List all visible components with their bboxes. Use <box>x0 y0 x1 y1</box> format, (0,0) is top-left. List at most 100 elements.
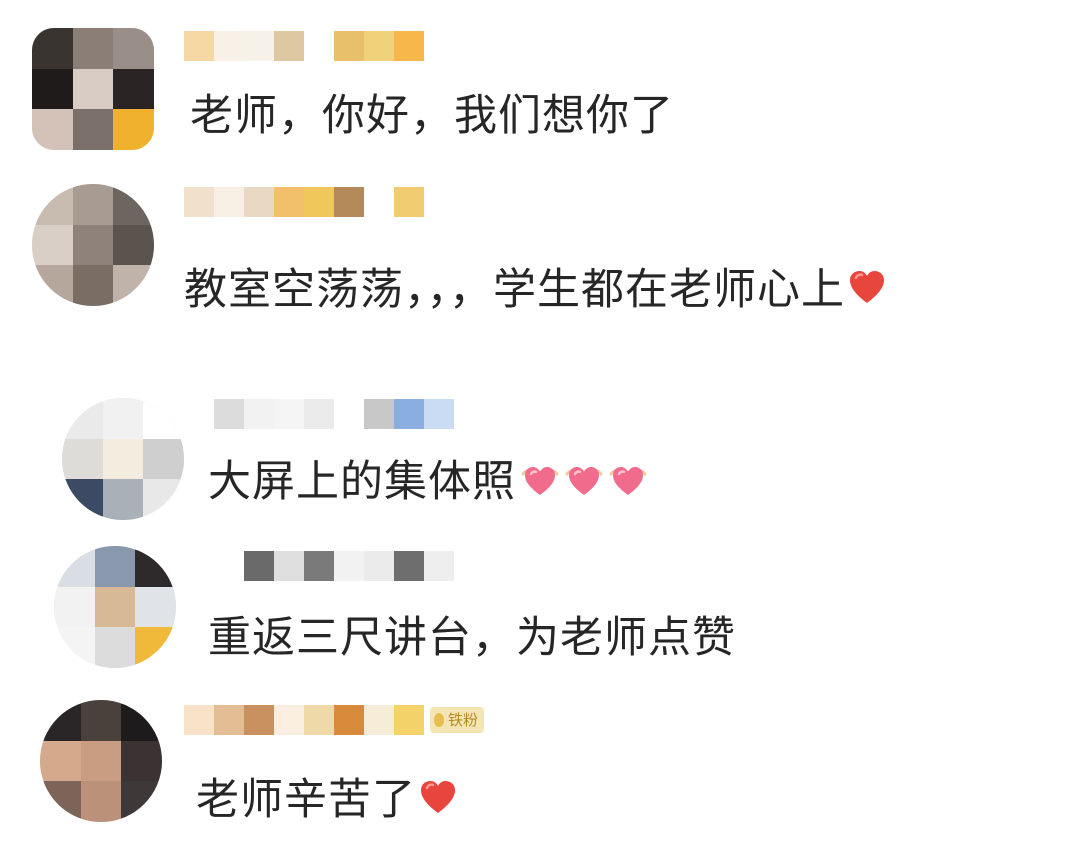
comment-text-content: 大屏上的集体照 <box>208 457 516 507</box>
redacted-block <box>274 31 304 61</box>
redacted-block <box>364 187 394 217</box>
mosaic-cell <box>143 398 184 439</box>
mosaic-cell <box>72 265 114 306</box>
mosaic-cell <box>113 68 154 110</box>
redacted-block <box>394 399 424 429</box>
comment-text-content: 重返三尺讲台，为老师点赞 <box>208 613 736 663</box>
mosaic-cell <box>102 479 144 520</box>
redacted-block <box>214 705 244 735</box>
redacted-block <box>394 31 424 61</box>
redacted-block <box>304 705 334 735</box>
redacted-block <box>304 187 334 217</box>
redacted-block <box>214 31 244 61</box>
redacted-block <box>334 705 364 735</box>
mosaic-cell <box>80 781 122 822</box>
mosaic-cell <box>72 224 114 266</box>
redacted-block <box>334 31 364 61</box>
username-redacted[interactable]: 铁粉 <box>184 704 485 736</box>
avatar[interactable] <box>62 398 184 520</box>
mosaic-cell <box>54 627 95 668</box>
mosaic-cell <box>72 28 114 69</box>
mosaic-cell <box>54 546 95 587</box>
username-redacted[interactable] <box>214 398 454 430</box>
mosaic-cell <box>80 740 122 782</box>
mosaic-cell <box>102 438 144 480</box>
mosaic-cell <box>94 627 136 668</box>
redacted-block <box>244 551 274 581</box>
redacted-block <box>274 399 304 429</box>
comment-text: 老师辛苦了 <box>196 774 458 826</box>
mosaic-cell <box>54 586 95 628</box>
mosaic-cell <box>121 781 162 822</box>
redacted-block <box>364 31 394 61</box>
mosaic-cell <box>135 546 176 587</box>
mosaic-cell <box>72 184 114 225</box>
redacted-block <box>424 551 454 581</box>
mosaic-cell <box>113 265 154 306</box>
red-heart-icon <box>418 778 458 818</box>
mosaic-cell <box>62 438 103 480</box>
username-redacted[interactable] <box>214 550 454 582</box>
mosaic-cell <box>32 109 73 150</box>
avatar[interactable] <box>54 546 176 668</box>
avatar-mosaic <box>54 546 176 668</box>
redacted-block <box>394 187 424 217</box>
username-redacted[interactable] <box>184 186 424 218</box>
heart-wings-icon <box>608 460 648 500</box>
avatar-mosaic <box>40 700 162 822</box>
mosaic-cell <box>94 586 136 628</box>
avatar[interactable] <box>32 184 154 306</box>
mosaic-cell <box>32 184 73 225</box>
mosaic-cell <box>80 700 122 741</box>
red-heart-icon <box>847 268 887 308</box>
comment-text-content: 老师辛苦了 <box>196 775 416 825</box>
mosaic-cell <box>121 740 162 782</box>
mosaic-cell <box>32 28 73 69</box>
redacted-block <box>304 31 334 61</box>
redacted-block <box>244 187 274 217</box>
mosaic-cell <box>62 479 103 520</box>
mosaic-cell <box>113 28 154 69</box>
avatar-mosaic <box>32 184 154 306</box>
redacted-block <box>184 187 214 217</box>
redacted-block <box>364 551 394 581</box>
mosaic-cell <box>40 781 81 822</box>
mosaic-cell <box>40 740 81 782</box>
mosaic-cell <box>113 184 154 225</box>
redacted-block <box>334 187 364 217</box>
heart-wings-icon <box>520 460 560 500</box>
redacted-block <box>274 187 304 217</box>
redacted-block <box>304 399 334 429</box>
redacted-block <box>334 399 364 429</box>
comment-text-content: 老师，你好，我们想你了 <box>190 91 674 141</box>
mosaic-cell <box>94 546 136 587</box>
mosaic-cell <box>72 109 114 150</box>
mosaic-cell <box>143 438 184 480</box>
redacted-block <box>244 399 274 429</box>
comment-text: 大屏上的集体照 <box>208 456 648 508</box>
mosaic-cell <box>32 68 73 110</box>
redacted-block <box>334 551 364 581</box>
heart-wings-icon <box>564 460 604 500</box>
redacted-block <box>364 399 394 429</box>
mosaic-cell <box>32 265 73 306</box>
redacted-block <box>394 705 424 735</box>
mosaic-cell <box>121 700 162 741</box>
avatar[interactable] <box>32 28 154 150</box>
mosaic-cell <box>135 627 176 668</box>
comment-text-content: 教室空荡荡，，，学生都在老师心上 <box>184 265 845 315</box>
mosaic-cell <box>72 68 114 110</box>
avatar[interactable] <box>40 700 162 822</box>
comment-text: 重返三尺讲台，为老师点赞 <box>208 612 736 664</box>
mosaic-cell <box>32 224 73 266</box>
mosaic-cell <box>40 700 81 741</box>
mosaic-cell <box>143 479 184 520</box>
redacted-block <box>214 187 244 217</box>
username-redacted[interactable] <box>184 30 424 62</box>
comment-text: 老师，你好，我们想你了 <box>190 90 674 142</box>
mosaic-cell <box>113 109 154 150</box>
redacted-block <box>274 551 304 581</box>
redacted-block <box>274 705 304 735</box>
mosaic-cell <box>135 586 176 628</box>
comment-text: 教室空荡荡，，，学生都在老师心上 <box>184 264 887 316</box>
